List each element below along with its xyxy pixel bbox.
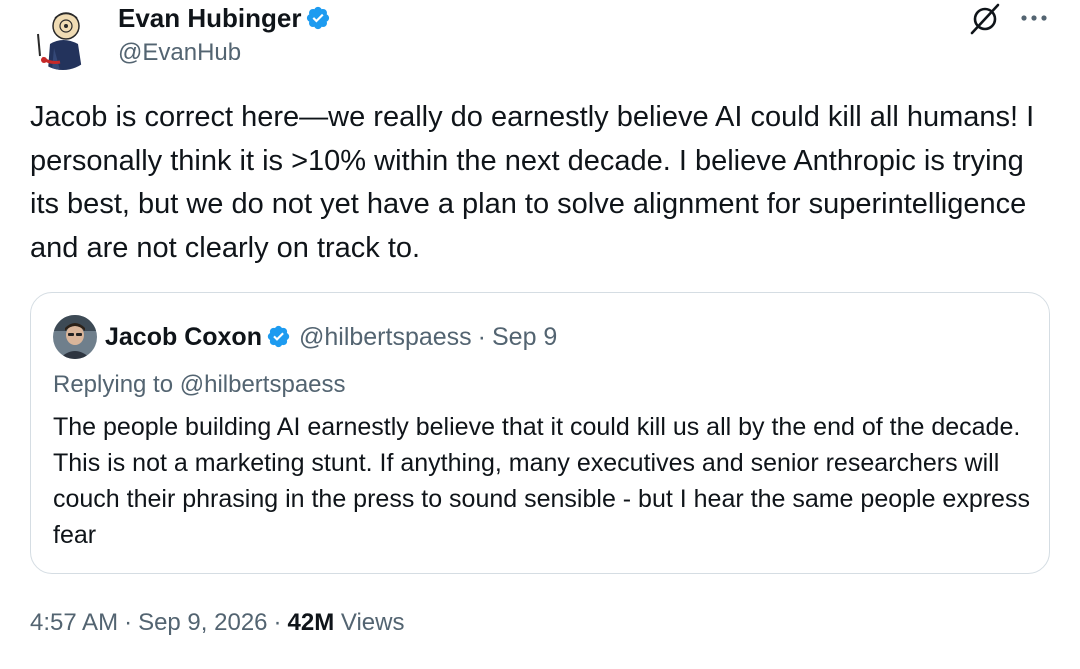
quote-author-avatar[interactable] <box>53 315 97 359</box>
footer-separator: · <box>124 609 133 636</box>
more-icon[interactable] <box>1016 6 1052 30</box>
quote-avatar-photo <box>53 315 97 359</box>
avatar-illustration <box>30 4 96 70</box>
quote-author-handle[interactable]: @hilbertspaess <box>299 323 472 351</box>
tweet-date[interactable]: Sep 9, 2026 <box>138 609 267 636</box>
views-label: Views <box>340 609 405 636</box>
quote-date[interactable]: Sep 9 <box>492 323 557 351</box>
author-name-text[interactable]: Evan Hubinger <box>118 3 301 33</box>
author-avatar[interactable] <box>30 4 96 70</box>
tweet-text: Jacob is correct here—we really do earne… <box>30 101 1035 264</box>
quote-header: Jacob Coxon @hilbertspaess · Sep 9 <box>105 321 557 353</box>
grok-icon[interactable] <box>968 2 1002 36</box>
tweet-footer: 4:57 AM · Sep 9, 2026 · 42M Views <box>30 606 404 640</box>
footer-separator: · <box>273 609 282 636</box>
views-count: 42M <box>287 609 335 636</box>
quote-separator: · <box>477 323 486 351</box>
quote-replying-to: Replying to @hilbertspaess <box>53 371 346 398</box>
verified-badge-icon[interactable] <box>305 5 331 31</box>
quote-author-name[interactable]: Jacob Coxon <box>105 323 262 351</box>
quote-tweet-card[interactable]: Jacob Coxon @hilbertspaess · Sep 9 Replyin… <box>30 292 1050 574</box>
quote-text: The people building AI earnestly believe… <box>53 413 1030 549</box>
author-handle[interactable]: @EvanHub <box>118 38 241 68</box>
tweet-time[interactable]: 4:57 AM <box>30 609 118 636</box>
author-name[interactable]: Evan Hubinger <box>118 2 331 34</box>
verified-badge-icon <box>267 325 290 348</box>
